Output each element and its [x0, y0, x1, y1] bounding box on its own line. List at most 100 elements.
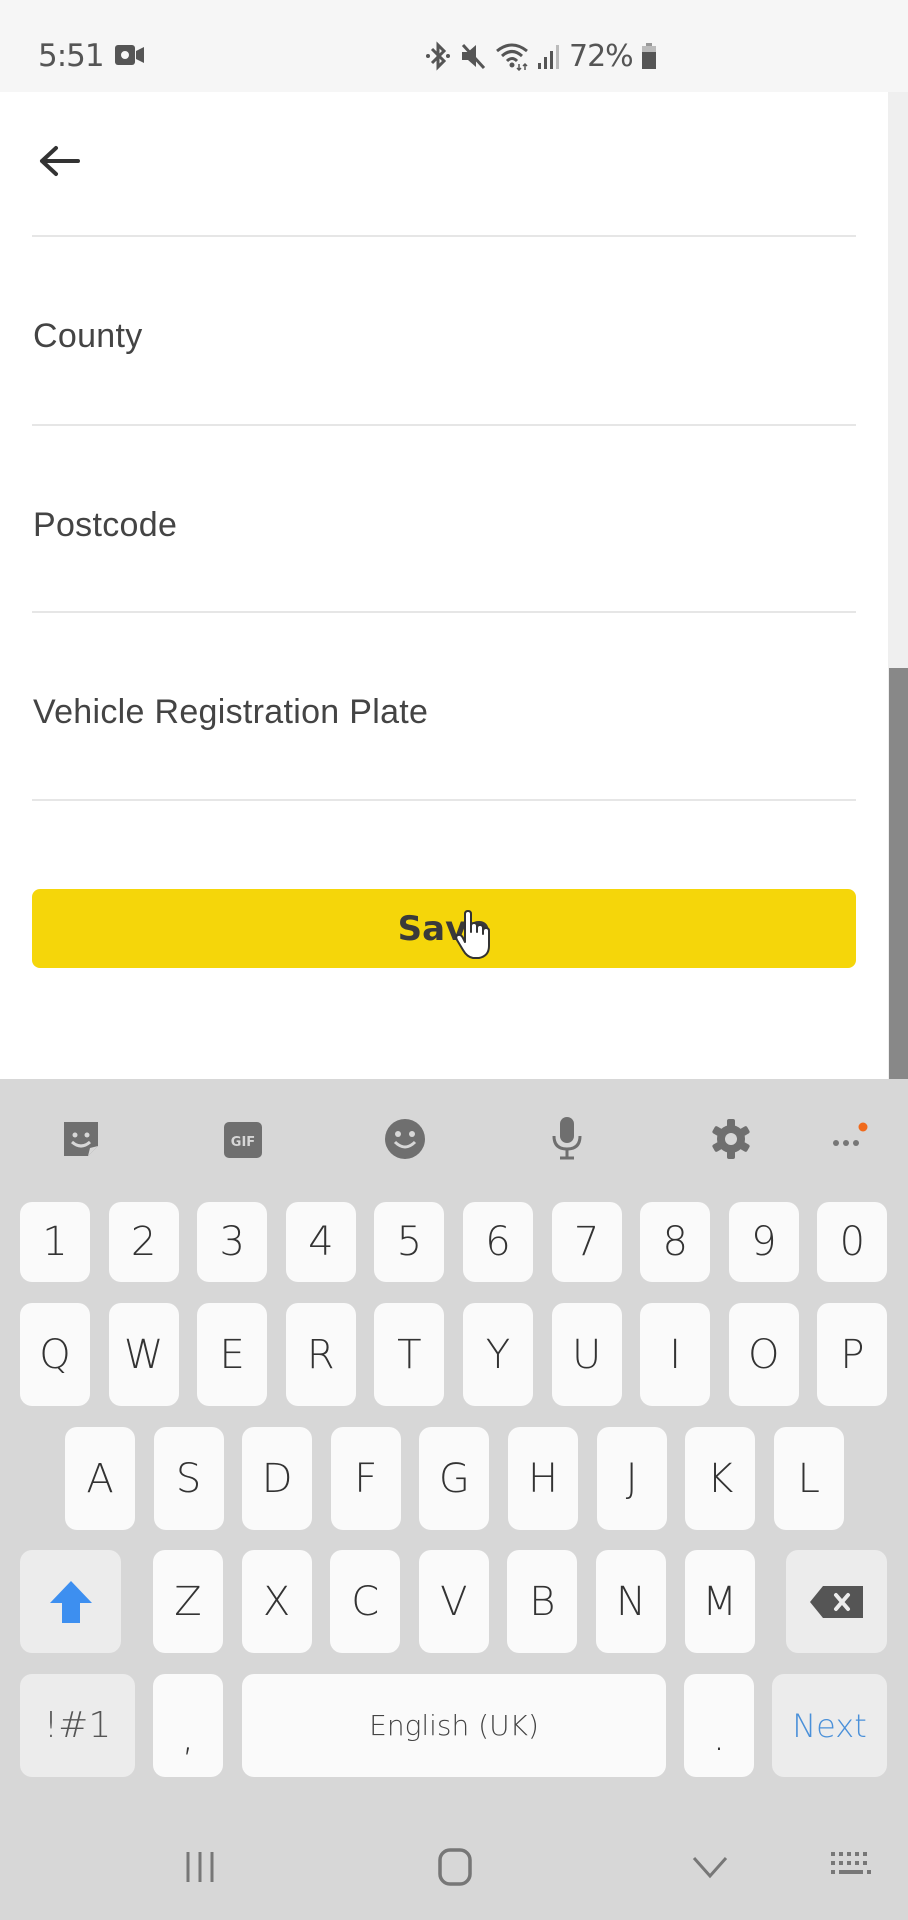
sticker-button[interactable] — [59, 1117, 103, 1161]
battery-percent: 72% — [569, 38, 634, 74]
key-label: J — [625, 1455, 638, 1502]
recent-apps-button[interactable] — [175, 1845, 225, 1889]
key-label: E — [219, 1331, 245, 1378]
key-7[interactable]: 7 — [551, 1202, 622, 1282]
key-label: I — [669, 1331, 682, 1378]
key-label: R — [306, 1331, 335, 1378]
postcode-field-label: Postcode — [33, 506, 178, 544]
key-n[interactable]: N — [596, 1550, 666, 1653]
keyboard-switch-button[interactable] — [826, 1845, 876, 1889]
symbols-key[interactable]: !#1 — [20, 1674, 135, 1777]
key-i[interactable]: I — [640, 1303, 711, 1406]
key-2[interactable]: 2 — [108, 1202, 179, 1282]
key-s[interactable]: S — [153, 1427, 224, 1530]
key-label: G — [438, 1455, 470, 1502]
key-label: Y — [485, 1331, 511, 1378]
more-options-button[interactable] — [826, 1117, 870, 1161]
signal-icon — [538, 45, 559, 69]
key-label: Z — [174, 1578, 202, 1625]
gif-icon: GIF — [224, 1122, 262, 1158]
key-j[interactable]: J — [596, 1427, 667, 1530]
key-label: M — [702, 1578, 737, 1625]
key-label: 1 — [42, 1219, 68, 1265]
key-label: Q — [39, 1331, 71, 1378]
key-q[interactable]: Q — [20, 1303, 90, 1406]
key-5[interactable]: 5 — [374, 1202, 445, 1282]
key-m[interactable]: M — [684, 1550, 755, 1653]
backspace-key[interactable] — [786, 1550, 887, 1653]
key-w[interactable]: W — [108, 1303, 179, 1406]
key-h[interactable]: H — [508, 1427, 578, 1530]
key-6[interactable]: 6 — [463, 1202, 533, 1282]
keyboard-settings-button[interactable] — [709, 1117, 753, 1161]
key-e[interactable]: E — [197, 1303, 268, 1406]
key-label: S — [175, 1455, 202, 1502]
wifi-icon — [496, 43, 528, 71]
key-label: 7 — [573, 1219, 600, 1265]
save-button[interactable]: Save — [32, 889, 856, 968]
postcode-field[interactable]: Postcode — [32, 426, 856, 576]
emoji-icon — [385, 1119, 425, 1159]
arrow-left-icon — [40, 146, 80, 176]
period-key[interactable]: . — [684, 1674, 754, 1777]
key-u[interactable]: U — [551, 1303, 622, 1406]
hand-pointer-cursor-icon — [455, 910, 490, 959]
key-y[interactable]: Y — [463, 1303, 533, 1406]
key-g[interactable]: G — [419, 1427, 490, 1530]
key-d[interactable]: D — [242, 1427, 313, 1530]
key-label: U — [571, 1331, 602, 1378]
back-button[interactable] — [30, 136, 90, 186]
key-9[interactable]: 9 — [728, 1202, 799, 1282]
settings-gear-icon — [712, 1119, 750, 1159]
divider — [32, 799, 856, 801]
key-label: D — [261, 1455, 293, 1502]
period-key-label: . — [712, 1713, 726, 1760]
key-f[interactable]: F — [330, 1427, 401, 1530]
key-x[interactable]: X — [241, 1550, 312, 1653]
key-3[interactable]: 3 — [197, 1202, 268, 1282]
key-label: A — [86, 1455, 114, 1502]
vehicle-registration-field[interactable]: Vehicle Registration Plate — [32, 613, 856, 763]
key-8[interactable]: 8 — [640, 1202, 711, 1282]
key-k[interactable]: K — [685, 1427, 756, 1530]
comma-key[interactable]: , — [153, 1674, 223, 1777]
sticker-icon — [64, 1122, 98, 1156]
key-label: 8 — [662, 1219, 688, 1265]
home-button[interactable] — [430, 1845, 480, 1889]
key-label: P — [840, 1331, 865, 1378]
gif-button[interactable]: GIF — [221, 1117, 265, 1161]
key-o[interactable]: O — [728, 1303, 799, 1406]
shift-key[interactable] — [20, 1550, 121, 1653]
key-r[interactable]: R — [285, 1303, 356, 1406]
key-z[interactable]: Z — [153, 1550, 223, 1653]
key-a[interactable]: A — [65, 1427, 135, 1530]
space-key[interactable]: English (UK) — [242, 1674, 666, 1777]
mute-icon — [461, 43, 486, 70]
key-0[interactable]: 0 — [817, 1202, 888, 1282]
svg-text:GIF: GIF — [231, 1135, 255, 1150]
county-field[interactable]: County — [32, 237, 856, 387]
next-key[interactable]: Next — [772, 1674, 887, 1777]
key-b[interactable]: B — [507, 1550, 578, 1653]
home-icon — [438, 1848, 472, 1886]
symbols-key-label: !#1 — [43, 1705, 112, 1746]
more-options-icon — [833, 1122, 868, 1146]
key-t[interactable]: T — [374, 1303, 445, 1406]
key-label: X — [262, 1578, 291, 1625]
key-p[interactable]: P — [817, 1303, 888, 1406]
scrollbar-thumb[interactable] — [889, 668, 908, 1079]
key-4[interactable]: 4 — [285, 1202, 356, 1282]
voice-input-button[interactable] — [545, 1117, 589, 1161]
vehicle-registration-field-label: Vehicle Registration Plate — [33, 693, 429, 731]
status-time: 5:51 — [38, 38, 105, 74]
key-l[interactable]: L — [773, 1427, 844, 1530]
key-label: O — [748, 1331, 780, 1378]
hide-keyboard-button[interactable] — [685, 1845, 735, 1889]
battery-icon — [641, 43, 656, 69]
bluetooth-icon — [426, 41, 450, 71]
key-label: T — [397, 1331, 422, 1378]
key-1[interactable]: 1 — [20, 1202, 90, 1282]
emoji-button[interactable] — [383, 1117, 427, 1161]
key-c[interactable]: C — [330, 1550, 401, 1653]
key-v[interactable]: V — [418, 1550, 489, 1653]
